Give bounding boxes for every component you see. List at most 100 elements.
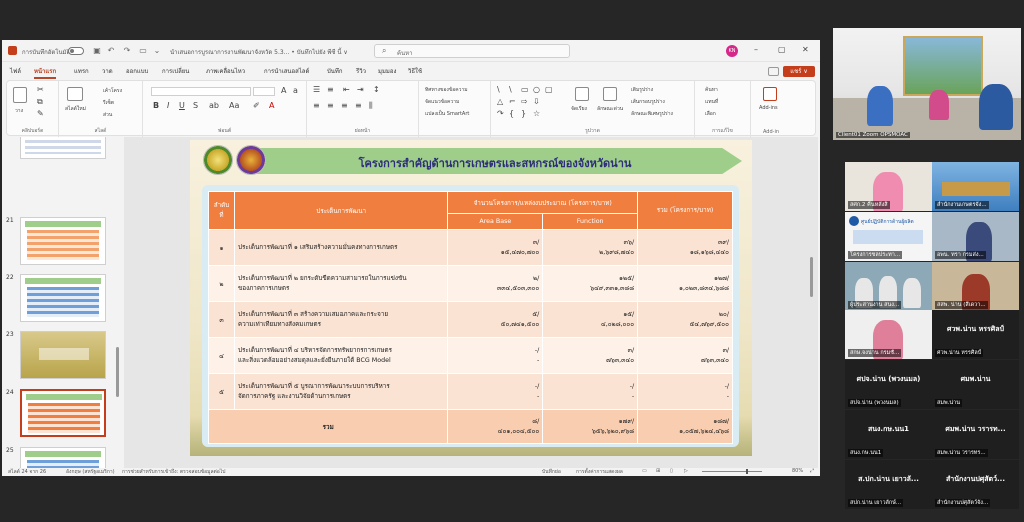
shape-fill-button[interactable]: เติมรูปร่าง (631, 86, 653, 94)
addins-button[interactable]: Add-ins (759, 105, 778, 111)
char-spacing-icon[interactable]: ab (209, 101, 219, 110)
participant-tile[interactable]: สำนักงานปศุสัตว์... สำนักงานปศุสัตว์จัง.… (932, 460, 1019, 509)
italic-icon[interactable]: I (167, 101, 169, 110)
decrease-indent-icon[interactable]: ⇤ (343, 85, 350, 94)
slide-thumbnail[interactable] (20, 217, 106, 265)
slide-scrollbar[interactable] (810, 257, 813, 297)
rect-shape-icon[interactable]: ▭ (521, 85, 529, 94)
tab-design[interactable]: ออกแบบ (126, 66, 148, 76)
tab-insert[interactable]: แทรก (74, 66, 89, 76)
thumbnails-scrollbar[interactable] (116, 347, 119, 397)
paste-icon[interactable] (13, 87, 27, 103)
participant-tile[interactable]: ศวพ.น่าน หรรศิลป์ ศวพ.น่าน หรรศิลป์ (932, 310, 1019, 359)
participant-tile[interactable]: สกษ.จงน่าน กรมชั... (845, 310, 932, 359)
participant-tile[interactable]: ศปจ.น่าน (พวงนมล) สปจ.น่าน (พวงนมล) (845, 360, 932, 409)
slide-canvas[interactable]: โครงการสำคัญด้านการเกษตรและสหกรณ์ของจังห… (190, 140, 752, 456)
align-left-icon[interactable]: ≡ (313, 101, 320, 110)
tab-review[interactable]: รีวิว (356, 66, 366, 76)
bracket-shape-icon[interactable]: ⌐ (509, 97, 516, 106)
find-button[interactable]: ค้นหา (705, 86, 718, 94)
section-button[interactable]: ส่วน (103, 111, 112, 119)
accessibility-status[interactable]: การช่วยสำหรับการเข้าถึง: ตรวจสอบข้อมูลต่… (122, 468, 225, 476)
slide-thumbnail[interactable] (20, 447, 106, 468)
save-icon[interactable]: ▣ (92, 46, 102, 55)
slide-thumbnail[interactable] (20, 137, 106, 159)
align-right-icon[interactable]: ≡ (341, 101, 348, 110)
tab-draw[interactable]: วาด (102, 66, 113, 76)
minimize-icon[interactable]: – (754, 45, 758, 54)
slideshow-icon[interactable]: ▷ (684, 468, 688, 474)
autosave-toggle[interactable] (68, 47, 84, 55)
tab-record[interactable]: บันทึก (327, 66, 343, 76)
underline-icon[interactable]: U (179, 101, 185, 110)
undo-icon[interactable]: ↶ (106, 46, 116, 55)
arrow-shape-icon[interactable]: \ (509, 85, 512, 94)
redo-icon[interactable]: ↷ (122, 46, 132, 55)
document-title[interactable]: นำเสนอการบูรณาการงานพัฒนาจังหวัด 5.3... … (170, 47, 348, 57)
format-painter-icon[interactable]: ✎ (37, 109, 44, 118)
close-icon[interactable]: ✕ (802, 45, 809, 54)
text-direction-button[interactable]: ทิศทางของข้อความ (425, 86, 468, 94)
increase-indent-icon[interactable]: ⇥ (357, 85, 364, 94)
zoom-slider[interactable] (702, 471, 762, 472)
new-slide-label[interactable]: สไลด์ใหม่ (65, 105, 86, 113)
reset-button[interactable]: รีเซ็ต (103, 99, 114, 107)
triangle-shape-icon[interactable]: △ (497, 97, 503, 106)
slide-thumbnail[interactable] (20, 331, 106, 379)
share-button[interactable]: แชร์ ∨ (783, 66, 815, 77)
normal-view-icon[interactable]: ▭ (642, 468, 647, 474)
tab-help[interactable]: วิธีใช้ (408, 66, 422, 76)
zoom-slider-handle[interactable] (746, 469, 748, 474)
select-button[interactable]: เลือก (705, 110, 716, 118)
change-case-icon[interactable]: Aa (229, 101, 239, 110)
line-spacing-icon[interactable]: ↕ (373, 85, 380, 94)
layout-button[interactable]: เค้าโครง (103, 87, 122, 95)
maximize-icon[interactable]: ▢ (778, 45, 786, 54)
decrease-font-icon[interactable]: a (293, 86, 298, 95)
participant-tile[interactable]: สสพ. น่าน (สีเดวา... (932, 262, 1019, 311)
quick-styles-icon[interactable] (603, 87, 617, 101)
oval-shape-icon[interactable]: ○ (533, 85, 540, 94)
participant-tile[interactable]: ศูนย์ปฏิบัติการด้านผู้ผลิต โครงการชลประท… (845, 212, 932, 261)
participant-tile[interactable]: สำนักงานเกษตรจัง... (932, 162, 1019, 211)
slide-thumbnail[interactable] (20, 274, 106, 322)
participant-tile[interactable]: ศมพ.น่าน วรารท... สมพ.น่าน วรารทร... (932, 410, 1019, 459)
search-box[interactable]: ⌕ ค้นหา (374, 44, 570, 58)
present-icon[interactable]: ▭ (138, 46, 148, 55)
shape-outline-button[interactable]: เส้นกรอบรูปร่าง (631, 98, 665, 106)
reading-view-icon[interactable]: ▯ (670, 468, 673, 474)
justify-icon[interactable]: ≡ (355, 101, 362, 110)
font-color-icon[interactable]: A (269, 101, 274, 110)
bold-icon[interactable]: B (153, 101, 159, 110)
tab-animations[interactable]: ภาพเคลื่อนไหว (206, 66, 245, 76)
customize-qat-icon[interactable]: ⌄ (152, 46, 162, 55)
tab-transitions[interactable]: การเปลี่ยน (162, 66, 189, 76)
display-settings-button[interactable]: การตั้งค่าการแสดงผล (576, 468, 623, 476)
main-video-tile[interactable]: Client01 Zoom OPSMOAC (833, 28, 1021, 140)
line-shape-icon[interactable]: \ (497, 85, 500, 94)
participant-tile[interactable]: ผู้ประสานงาน สนง... (845, 262, 932, 311)
right-arrow-shape-icon[interactable]: ⇨ (521, 97, 528, 106)
language-status[interactable]: อังกฤษ (สหรัฐอเมริกา) (66, 468, 115, 476)
tab-view[interactable]: มุมมอง (378, 66, 396, 76)
quick-styles-label[interactable]: ลักษณะด่วน (597, 105, 623, 113)
addins-icon[interactable] (763, 87, 777, 101)
increase-font-icon[interactable]: A (281, 86, 286, 95)
rounded-rect-shape-icon[interactable]: ▢ (545, 85, 553, 94)
strikethrough-icon[interactable]: S (193, 101, 198, 110)
participant-tile[interactable]: สศก.2 คืนหลังสิ (845, 162, 932, 211)
curve-shape-icon[interactable]: ↷ (497, 109, 504, 118)
smartart-button[interactable]: แปลงเป็น SmartArt (425, 110, 469, 118)
new-slide-icon[interactable] (67, 87, 83, 101)
tab-home[interactable]: หน้าแรก (34, 66, 57, 79)
participant-tile[interactable]: ศมพ.น่าน สมพ.น่าน (932, 360, 1019, 409)
slide-sorter-icon[interactable]: ⊞ (656, 468, 660, 474)
user-avatar[interactable]: KN (726, 45, 738, 57)
down-arrow-shape-icon[interactable]: ⇩ (533, 97, 540, 106)
font-size-select[interactable] (253, 87, 275, 96)
fit-to-window-icon[interactable]: ⤢ (810, 468, 814, 474)
replace-button[interactable]: แทนที่ (705, 98, 718, 106)
notes-button[interactable]: บันทึกย่อ (542, 468, 561, 476)
shape-effects-button[interactable]: ลักษณะพิเศษรูปร่าง (631, 110, 673, 118)
arrange-label[interactable]: จัดเรียง (571, 105, 587, 113)
